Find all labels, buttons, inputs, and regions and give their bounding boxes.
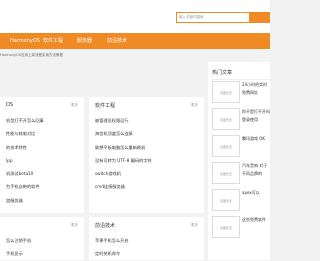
search-input[interactable]: 输入关键词搜索 — [176, 12, 252, 23]
thumbnail-placeholder: 该图暂无 — [212, 135, 240, 157]
hot-article-item[interactable]: 该图暂无 你不是打不开吗 登录使用 — [212, 108, 270, 135]
more-link[interactable]: 更多 — [71, 103, 78, 108]
list-item[interactable]: switch游戏机 — [89, 167, 204, 180]
list-item[interactable]: cmd连接服务器 — [89, 180, 204, 193]
list-item[interactable]: 定时关机命令 — [89, 247, 204, 260]
hot-article-title[interactable]: apex可以 — [242, 189, 270, 211]
nav-item-frontier-tech[interactable]: 前沿技术 — [107, 33, 127, 49]
list-item[interactable]: 联想平板电脑怎么重新刷机 — [89, 141, 204, 154]
nav-item-server[interactable]: 服务器 — [77, 33, 92, 49]
panel-title: 软件工程 — [95, 103, 116, 109]
more-link[interactable]: 更多 — [71, 223, 78, 228]
thumbnail-placeholder: 该图暂无 — [212, 81, 240, 103]
list-item[interactable]: 机型打不开怎么回事 — [0, 114, 84, 127]
panel-misc: 更多 怎么注销手机 手机显示 — [0, 217, 84, 260]
list-item[interactable]: 为手机自带的软件 — [0, 180, 84, 193]
main-nav: HarmonyOS 软件工程 服务器 前沿技术 — [0, 33, 270, 49]
list-item[interactable]: 海信机顶盒怎么连接 — [89, 127, 204, 140]
list-item[interactable]: 手机显示 — [0, 247, 84, 260]
hot-article-title[interactable]: 汽车音响 对于不同品牌的 — [242, 162, 270, 184]
nav-item-software-engineering[interactable]: 软件工程 — [43, 33, 63, 49]
list-item[interactable]: 的技术特性 — [0, 141, 84, 154]
panel-harmonyos: OS 更多 机型打不开怎么回事 性能与耗电对比 的技术特性 lpp 机测试bet… — [0, 97, 84, 213]
more-link[interactable]: 更多 — [191, 103, 198, 108]
hot-article-title[interactable]: 你不是打不开吗 登录使用 — [242, 108, 270, 130]
list-item[interactable]: 没有可转为 UTF-8 编码的字符 — [89, 154, 204, 167]
hot-article-title[interactable]: 这些免费软件 — [242, 216, 270, 238]
list-item[interactable]: 被管理员权限运行 — [89, 114, 204, 127]
panel-software-engineering: 软件工程 更多 被管理员权限运行 海信机顶盒怎么连接 联想平板电脑怎么重新刷机 … — [89, 97, 204, 213]
hot-article-item[interactable]: 该图暂无 腾讯游戏 OK — [212, 135, 270, 162]
list-item[interactable]: 加服务器 — [0, 194, 84, 207]
hot-article-item[interactable]: 该图暂无 apex可以 — [212, 189, 270, 216]
hot-article-item[interactable]: 该图暂无 这些免费软件 — [212, 216, 270, 243]
thumbnail-placeholder: 该图暂无 — [212, 189, 240, 211]
thumbnail-placeholder: 该图暂无 — [212, 216, 240, 238]
hot-article-item[interactable]: 该图暂无 24小时的实时免费网址 — [212, 81, 270, 108]
thumbnail-placeholder: 该图暂无 — [212, 108, 240, 130]
list-item[interactable]: 怎么注销手机 — [0, 234, 84, 247]
hot-article-item[interactable]: 该图暂无 汽车音响 对于不同品牌的 — [212, 162, 270, 189]
nav-item-harmonyos[interactable]: HarmonyOS — [10, 33, 40, 49]
thumbnail-placeholder: 该图暂无 — [212, 162, 240, 184]
panel-frontier-tech: 前沿技术 更多 苹果手机怎么开启 定时关机命令 — [89, 217, 204, 260]
hot-article-title[interactable]: 24小时的实时免费网址 — [242, 81, 270, 103]
divider — [212, 79, 270, 80]
hot-articles-title: 热门文章 — [212, 70, 233, 76]
panel-title: OS — [6, 102, 14, 108]
more-link[interactable]: 更多 — [191, 223, 198, 228]
hot-article-title[interactable]: 腾讯游戏 OK — [242, 135, 270, 157]
list-item[interactable]: 苹果手机怎么开启 — [89, 234, 204, 247]
search-button[interactable] — [249, 12, 270, 23]
list-item[interactable]: 性能与耗电对比 — [0, 127, 84, 140]
list-item[interactable]: lpp — [0, 154, 84, 167]
panel-title: 前沿技术 — [95, 223, 116, 229]
breadcrumb: HarmonyOS应用上架流程实用方法教程 — [0, 53, 63, 57]
list-item[interactable]: 机测试beta10 — [0, 167, 84, 180]
